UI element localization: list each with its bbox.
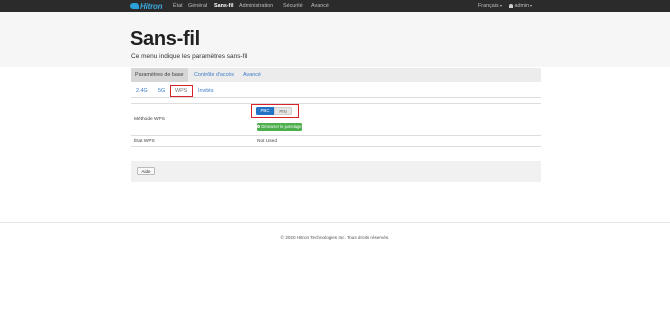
user-name: admin <box>514 3 530 9</box>
chevron-down-icon <box>530 4 533 7</box>
subtab-invites[interactable]: Invités <box>198 86 214 97</box>
table-row-divider <box>131 135 541 136</box>
hitron-logo[interactable]: Hitron <box>130 1 163 11</box>
wps-state-value: Not Used <box>257 139 277 144</box>
help-panel <box>131 161 541 182</box>
user-icon <box>509 3 513 8</box>
page-subtitle: Ce menu indique les paramètres sans-fil <box>131 53 248 60</box>
top-tabs: Paramètres de base Contrôle d'accès Avan… <box>131 68 541 82</box>
nav-item-administration[interactable]: Administration <box>239 0 273 12</box>
start-pairing-label: Démarrer le jumelage <box>261 124 302 129</box>
top-navbar: Hitron État Général Sans-fil Administrat… <box>0 0 670 12</box>
nav-item-avance[interactable]: Avancé <box>311 0 329 12</box>
highlight-box-wps-tab <box>170 85 193 97</box>
logo-icon <box>130 3 139 9</box>
footer-copyright: © 2020 Hitron Technologies Inc. Tous dro… <box>280 235 390 240</box>
wps-settings-table: Méthode WPS État WPS Not Used <box>131 103 541 147</box>
user-menu[interactable]: admin <box>509 0 533 12</box>
nav-item-etat[interactable]: État <box>173 0 183 12</box>
language-label: Français <box>478 3 499 9</box>
highlight-box-wps-method <box>251 104 299 118</box>
subtab-2-4g[interactable]: 2.4G <box>136 86 148 97</box>
help-button[interactable]: Aide <box>137 167 155 175</box>
nav-item-sans-fil[interactable]: Sans-fil <box>214 0 233 12</box>
footer-divider <box>0 222 670 223</box>
page-title: Sans-fil <box>130 28 200 50</box>
subtab-divider <box>131 97 541 98</box>
page-header <box>0 12 670 67</box>
subtab-5g[interactable]: 5G <box>158 86 165 97</box>
tab-controle-acces[interactable]: Contrôle d'accès <box>190 68 238 82</box>
tab-avance[interactable]: Avancé <box>239 68 265 82</box>
chevron-down-icon <box>499 4 502 7</box>
start-pairing-button[interactable]: Démarrer le jumelage <box>257 123 302 131</box>
wps-method-label: Méthode WPS <box>134 117 165 122</box>
refresh-icon <box>257 125 261 129</box>
tab-parametres-de-base[interactable]: Paramètres de base <box>131 68 188 82</box>
nav-item-securite[interactable]: Sécurité <box>283 0 303 12</box>
language-dropdown[interactable]: Français <box>478 0 502 12</box>
wps-state-label: État WPS <box>134 139 155 144</box>
logo-text: Hitron <box>140 1 163 11</box>
nav-item-general[interactable]: Général <box>188 0 207 12</box>
